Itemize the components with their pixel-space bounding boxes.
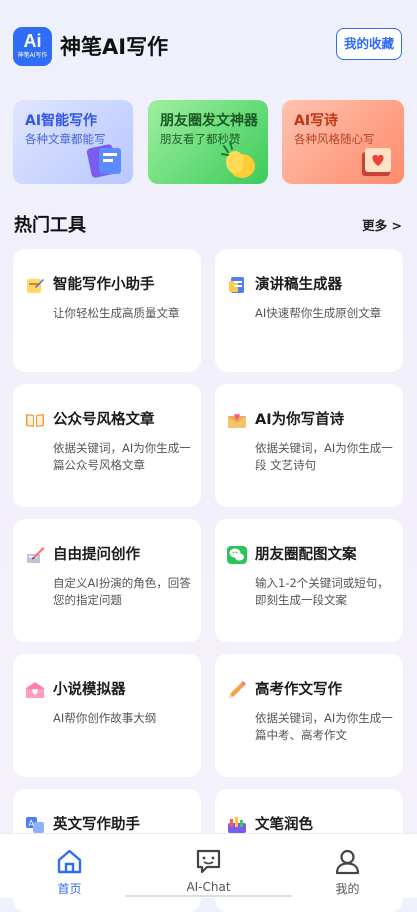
- tool-card-moments-caption[interactable]: 朋友圈配图文案 输入1-2个关键词或短句，即刻生成一段文案: [215, 519, 403, 642]
- tool-description: 依据关键词，AI为你生成一篇中考、高考作文: [255, 711, 393, 742]
- profile-icon: [335, 849, 360, 875]
- tool-title: 小说模拟器: [53, 682, 126, 698]
- app-logo: Ai 神笔AI写作: [13, 27, 52, 66]
- tool-title: AI为你写首诗: [255, 412, 345, 428]
- banner-title: AI写诗: [294, 113, 339, 129]
- app-title: 神笔AI写作: [60, 35, 169, 59]
- mailbox-heart-icon: [26, 682, 44, 698]
- tool-description: AI快速帮你生成原创文章: [255, 306, 382, 320]
- chat-icon: [196, 849, 221, 874]
- tool-card-gaokao-essay[interactable]: 高考作文写作 依据关键词，AI为你生成一篇中考、高考作文: [215, 654, 403, 777]
- pencil-note-icon: [27, 279, 44, 293]
- tool-card-official-account[interactable]: 公众号风格文章 依据关键词，AI为你生成一篇公众号风格文章: [13, 384, 201, 507]
- bottom-tab-bar: 首页 AI-Chat 我的: [0, 833, 417, 898]
- tool-description: 依据关键词，AI为你生成一段 文艺诗句: [255, 441, 393, 472]
- tool-title: 自由提问创作: [53, 547, 140, 563]
- tab-label: AI-Chat: [186, 880, 231, 894]
- wechat-icon: [227, 546, 247, 564]
- tool-card-free-question[interactable]: 自由提问创作 自定义AI扮演的角色，回答您的指定问题: [13, 519, 201, 642]
- tab-ai-chat[interactable]: AI-Chat: [139, 834, 278, 898]
- tool-title: 英文写作助手: [53, 817, 140, 833]
- home-icon: [57, 849, 82, 874]
- tab-home[interactable]: 首页: [0, 834, 139, 898]
- app-header: Ai 神笔AI写作 神笔AI写作 我的收藏: [0, 0, 417, 90]
- tool-card-speech-generator[interactable]: 演讲稿生成器 AI快速帮你生成原创文章: [215, 249, 403, 372]
- writing-desk-icon: [27, 547, 45, 563]
- tab-mine[interactable]: 我的: [278, 834, 417, 898]
- poem-book-icon: [362, 148, 391, 176]
- tool-title: 公众号风格文章: [53, 412, 155, 428]
- tool-card-smart-writing[interactable]: 智能写作小助手 让你轻松生成高质量文章: [13, 249, 201, 372]
- translate-icon: A: [26, 817, 44, 833]
- tool-description: 输入1-2个关键词或短句，即刻生成一段文案: [255, 576, 389, 607]
- open-book-icon: [26, 414, 44, 427]
- paint-palette-icon: [228, 817, 246, 833]
- banner-title: AI智能写作: [25, 113, 98, 129]
- document-icon: [229, 277, 244, 293]
- tool-description: 自定义AI扮演的角色，回答您的指定问题: [53, 576, 191, 607]
- notebook-icon: [86, 144, 121, 178]
- tool-title: 文笔润色: [255, 817, 313, 833]
- pencil-icon: [228, 681, 246, 699]
- tool-title: 演讲稿生成器: [255, 277, 342, 293]
- love-letter-icon: [228, 413, 246, 428]
- banner-ai-writing[interactable]: AI智能写作 各种文章都能写: [13, 100, 133, 184]
- tool-card-novel-simulator[interactable]: 小说模拟器 AI帮你创作故事大纲: [13, 654, 201, 777]
- banner-moments-writer[interactable]: 朋友圈发文神器 朋友看了都秒赞: [148, 100, 268, 184]
- more-link[interactable]: 更多 >: [362, 215, 402, 234]
- tool-card-poem[interactable]: AI为你写首诗 依据关键词，AI为你生成一段 文艺诗句: [215, 384, 403, 507]
- tool-title: 高考作文写作: [255, 682, 342, 698]
- banner-title: 朋友圈发文神器: [160, 113, 258, 129]
- my-favorites-button[interactable]: 我的收藏: [336, 28, 402, 60]
- tool-description: AI帮你创作故事大纲: [53, 711, 157, 725]
- tool-title: 朋友圈配图文案: [255, 547, 357, 563]
- banner-row: AI智能写作 各种文章都能写 朋友圈发文神器 朋友看了都秒赞 AI写诗 各种风格…: [13, 100, 404, 184]
- svg-text:A: A: [29, 819, 35, 828]
- tab-label: 首页: [57, 882, 82, 896]
- tool-title: 智能写作小助手: [53, 277, 155, 293]
- banner-ai-poem[interactable]: AI写诗 各种风格随心写: [282, 100, 404, 184]
- section-title: 热门工具: [14, 215, 86, 236]
- tab-label: 我的: [335, 882, 360, 896]
- tool-description: 让你轻松生成高质量文章: [53, 306, 180, 320]
- clapping-hands-icon: [221, 141, 255, 178]
- tool-description: 依据关键词，AI为你生成一篇公众号风格文章: [53, 441, 191, 472]
